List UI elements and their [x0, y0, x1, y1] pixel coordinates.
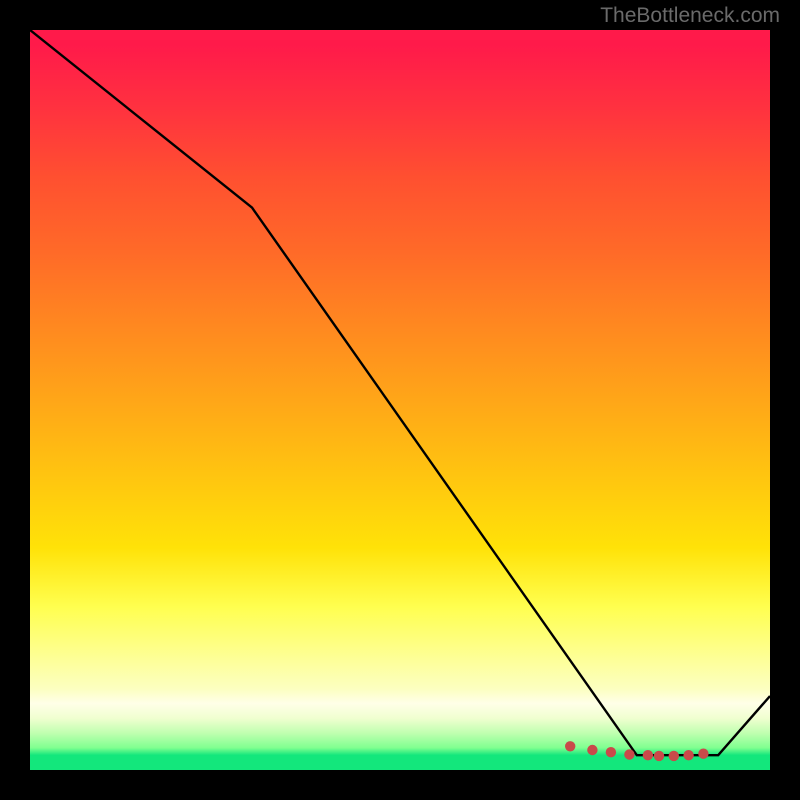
- chart-line: [30, 30, 770, 770]
- data-point: [669, 751, 679, 761]
- data-point: [565, 741, 575, 751]
- data-point: [683, 750, 693, 760]
- attribution-text: TheBottleneck.com: [600, 4, 780, 28]
- data-point: [643, 750, 653, 760]
- line-series: [30, 30, 770, 755]
- data-point: [606, 747, 616, 757]
- data-point: [624, 749, 634, 759]
- data-point: [698, 749, 708, 759]
- chart-plot-area: [30, 30, 770, 770]
- data-markers: [565, 741, 709, 761]
- data-point: [587, 745, 597, 755]
- data-point: [654, 751, 664, 761]
